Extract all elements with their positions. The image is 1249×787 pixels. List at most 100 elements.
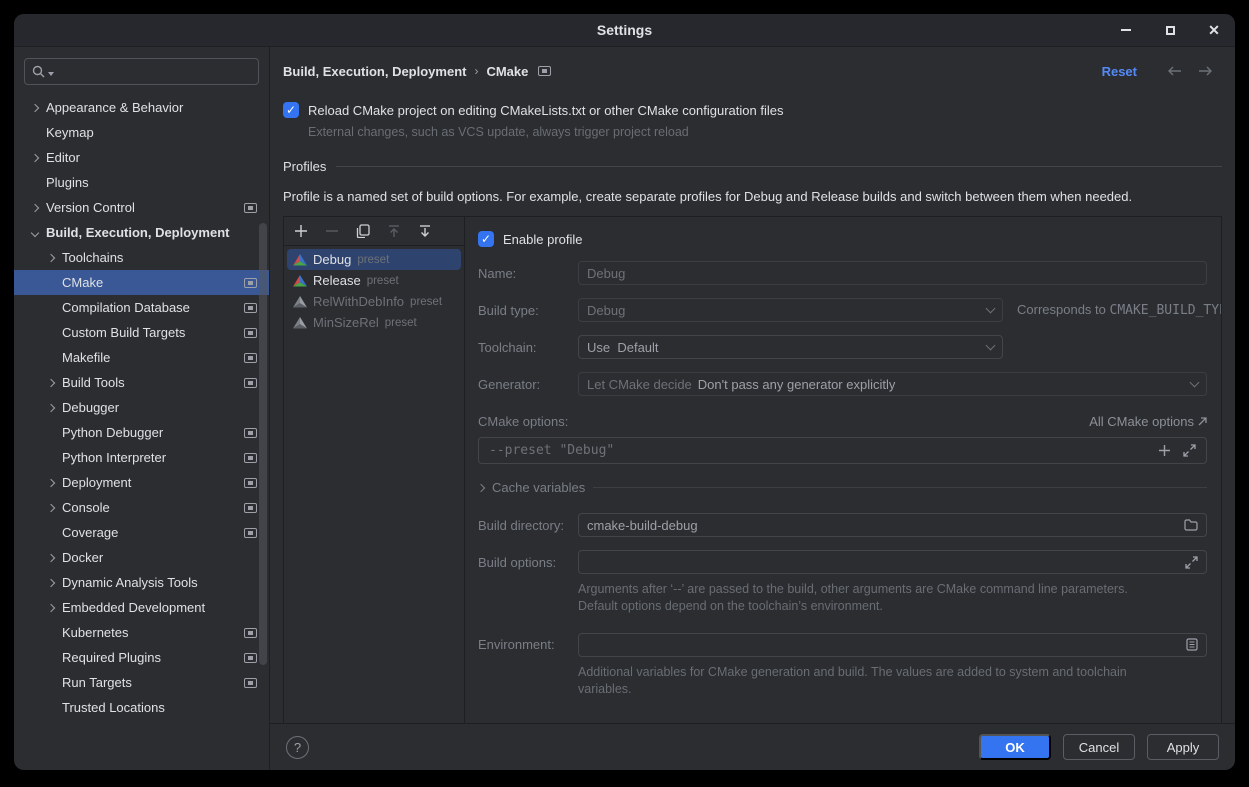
sidebar-item-plugins[interactable]: Plugins xyxy=(14,170,269,195)
inline-settings-icon xyxy=(244,378,257,388)
search-icon xyxy=(32,65,45,78)
sidebar-item-run-targets[interactable]: Run Targets xyxy=(14,670,269,695)
breadcrumb-parent[interactable]: Build, Execution, Deployment xyxy=(283,64,466,79)
reset-link[interactable]: Reset xyxy=(1102,64,1137,79)
back-arrow-icon[interactable] xyxy=(1167,65,1183,77)
environment-field[interactable] xyxy=(578,633,1207,657)
copy-profile-button[interactable] xyxy=(356,224,370,238)
section-divider xyxy=(593,487,1207,488)
sidebar-item-keymap[interactable]: Keymap xyxy=(14,120,269,145)
name-field[interactable]: Debug xyxy=(578,261,1207,285)
enable-profile-label: Enable profile xyxy=(503,232,583,247)
sidebar-item-label: Build, Execution, Deployment xyxy=(46,225,229,240)
add-profile-button[interactable] xyxy=(294,224,308,238)
inline-settings-icon xyxy=(244,428,257,438)
profiles-panel: DebugpresetReleasepresetRelWithDebInfopr… xyxy=(283,216,1222,723)
profiles-toolbar xyxy=(284,217,464,246)
sidebar-item-debugger[interactable]: Debugger xyxy=(14,395,269,420)
sidebar-item-label: Embedded Development xyxy=(62,600,205,615)
sidebar-scrollbar[interactable] xyxy=(259,223,267,665)
inline-settings-icon xyxy=(244,353,257,363)
sidebar-item-label: Dynamic Analysis Tools xyxy=(62,575,198,590)
maximize-button[interactable] xyxy=(1163,23,1177,37)
add-option-icon[interactable] xyxy=(1158,444,1171,457)
sidebar-item-required-plugins[interactable]: Required Plugins xyxy=(14,645,269,670)
sidebar-item-cmake[interactable]: CMake xyxy=(14,270,269,295)
inline-settings-icon xyxy=(244,328,257,338)
chevron-right-icon[interactable] xyxy=(24,105,46,111)
chevron-right-icon[interactable] xyxy=(40,580,62,586)
chevron-right-icon[interactable] xyxy=(40,505,62,511)
sidebar-item-docker[interactable]: Docker xyxy=(14,545,269,570)
expand-icon[interactable] xyxy=(1185,556,1198,569)
move-down-button[interactable] xyxy=(418,224,432,238)
sidebar-item-compilation-database[interactable]: Compilation Database xyxy=(14,295,269,320)
move-up-button[interactable] xyxy=(387,224,401,238)
chevron-down-icon[interactable] xyxy=(24,230,46,236)
chevron-right-icon[interactable] xyxy=(24,205,46,211)
variables-list-icon[interactable] xyxy=(1186,638,1198,651)
chevron-right-icon[interactable] xyxy=(40,405,62,411)
sidebar-item-toolchains[interactable]: Toolchains xyxy=(14,245,269,270)
sidebar-item-build-tools[interactable]: Build Tools xyxy=(14,370,269,395)
sidebar-item-label: CMake xyxy=(62,275,103,290)
remove-profile-button[interactable] xyxy=(325,224,339,238)
profile-item-minsizerel[interactable]: MinSizeRelpreset xyxy=(287,312,461,333)
window-title: Settings xyxy=(597,22,652,38)
sidebar-item-embedded-development[interactable]: Embedded Development xyxy=(14,595,269,620)
chevron-right-icon[interactable] xyxy=(24,155,46,161)
toolchain-select[interactable]: Use Default xyxy=(578,335,1003,359)
apply-button[interactable]: Apply xyxy=(1147,734,1219,760)
sidebar-item-kubernetes[interactable]: Kubernetes xyxy=(14,620,269,645)
inline-settings-icon xyxy=(538,66,551,76)
sidebar-item-python-interpreter[interactable]: Python Interpreter xyxy=(14,445,269,470)
ok-button[interactable]: OK xyxy=(979,734,1051,760)
generator-select[interactable]: Let CMake decide Don't pass any generato… xyxy=(578,372,1207,396)
forward-arrow-icon[interactable] xyxy=(1197,65,1213,77)
build-directory-field[interactable]: cmake-build-debug xyxy=(578,513,1207,537)
chevron-right-icon[interactable] xyxy=(40,255,62,261)
build-type-select[interactable]: Debug xyxy=(578,298,1003,322)
sidebar-item-editor[interactable]: Editor xyxy=(14,145,269,170)
sidebar-item-console[interactable]: Console xyxy=(14,495,269,520)
build-options-field[interactable] xyxy=(578,550,1207,574)
settings-sidebar: Appearance & BehaviorKeymapEditorPlugins… xyxy=(14,47,270,770)
cmake-options-field[interactable]: --preset "Debug" xyxy=(478,437,1207,464)
folder-icon[interactable] xyxy=(1184,519,1198,531)
sidebar-item-custom-build-targets[interactable]: Custom Build Targets xyxy=(14,320,269,345)
sidebar-item-deployment[interactable]: Deployment xyxy=(14,470,269,495)
search-input[interactable] xyxy=(24,58,259,85)
profile-item-relwithdebinfo[interactable]: RelWithDebInfopreset xyxy=(287,291,461,312)
sidebar-item-trusted-locations[interactable]: Trusted Locations xyxy=(14,695,269,720)
help-button[interactable]: ? xyxy=(286,736,309,759)
sidebar-item-label: Custom Build Targets xyxy=(62,325,185,340)
sidebar-item-coverage[interactable]: Coverage xyxy=(14,520,269,545)
sidebar-item-dynamic-analysis-tools[interactable]: Dynamic Analysis Tools xyxy=(14,570,269,595)
sidebar-item-appearance-behavior[interactable]: Appearance & Behavior xyxy=(14,95,269,120)
chevron-right-icon[interactable] xyxy=(40,605,62,611)
minimize-icon xyxy=(1121,29,1131,31)
profile-item-debug[interactable]: Debugpreset xyxy=(287,249,461,270)
cancel-button[interactable]: Cancel xyxy=(1063,734,1135,760)
settings-tree: Appearance & BehaviorKeymapEditorPlugins… xyxy=(14,91,269,770)
profile-item-release[interactable]: Releasepreset xyxy=(287,270,461,291)
sidebar-item-version-control[interactable]: Version Control xyxy=(14,195,269,220)
cache-variables-toggle[interactable]: Cache variables xyxy=(478,480,1207,495)
chevron-right-icon xyxy=(477,483,485,491)
all-cmake-options-link[interactable]: All CMake options xyxy=(1089,414,1207,429)
chevron-right-icon[interactable] xyxy=(40,480,62,486)
close-button[interactable]: ✕ xyxy=(1207,23,1221,37)
reload-note: External changes, such as VCS update, al… xyxy=(308,125,1222,139)
sidebar-item-makefile[interactable]: Makefile xyxy=(14,345,269,370)
enable-profile-checkbox[interactable]: ✓ xyxy=(478,231,494,247)
sidebar-item-build-execution-deployment[interactable]: Build, Execution, Deployment xyxy=(14,220,269,245)
search-filter-caret-icon[interactable] xyxy=(48,72,54,76)
settings-dialog: Settings ✕ Appearance & BehaviorKeymapEd… xyxy=(14,14,1235,770)
toolchain-label: Toolchain: xyxy=(478,340,578,355)
reload-cmake-checkbox[interactable]: ✓ xyxy=(283,102,299,118)
chevron-right-icon[interactable] xyxy=(40,555,62,561)
chevron-right-icon[interactable] xyxy=(40,380,62,386)
sidebar-item-python-debugger[interactable]: Python Debugger xyxy=(14,420,269,445)
expand-icon[interactable] xyxy=(1183,444,1196,457)
minimize-button[interactable] xyxy=(1119,23,1133,37)
